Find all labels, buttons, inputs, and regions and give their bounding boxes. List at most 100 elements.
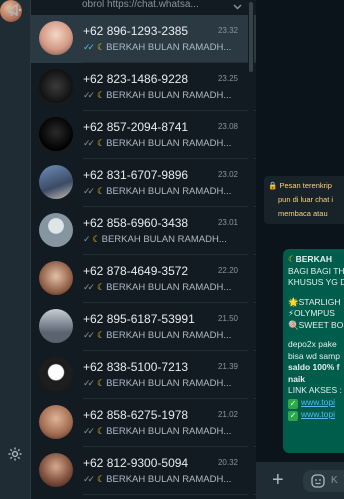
chat-time: 23.02 (217, 170, 238, 179)
check-box-icon: ✓ (288, 398, 298, 409)
chat-time: 23.32 (217, 26, 238, 35)
moon-icon: ☾ (92, 234, 101, 244)
encryption-notice[interactable]: 🔒 Pesan terenkrip pun di luar chat i mem… (264, 176, 344, 224)
avatar (39, 261, 73, 295)
moon-icon: ☾ (97, 426, 106, 436)
avatar (39, 165, 73, 199)
check-box-icon: ✓ (288, 410, 298, 421)
chat-name: +62 858-6960-3438 (83, 216, 189, 230)
chat-preview: ✓✓ ☾ BERKAH BULAN RAMADH... (83, 426, 241, 437)
chat-name: +62 878-4649-3572 (83, 264, 189, 278)
chat-preview: ✓✓ ☾ BERKAH BULAN RAMADH... (83, 186, 241, 197)
chat-name: +62 895-6187-53991 (83, 312, 195, 326)
chat-time: 23.01 (217, 218, 238, 227)
avatar (39, 69, 73, 103)
message-line: naik (288, 373, 306, 384)
chat-time: 20.32 (217, 458, 238, 467)
chat-row[interactable]: +62 858-6275-1978 21.02 ✓✓ ☾ BERKAH BULAN RA… (31, 399, 256, 447)
attach-plus-icon[interactable]: + (272, 470, 284, 490)
chat-row[interactable]: +62 823-1486-9228 23.25 ✓✓ ☾ BERKAH BULAN RA… (31, 63, 256, 111)
moon-icon: ☾ (97, 282, 106, 292)
message-link[interactable]: www.topi (301, 397, 335, 407)
chat-preview: ✓✓ ☾ BERKAH BULAN RAMADH... (83, 90, 241, 101)
chat-time: 22.20 (217, 266, 238, 275)
delivery-ticks-icon: ✓✓ (83, 426, 95, 436)
chat-preview: ✓✓ ☾ BERKAH BULAN RAMADH... (83, 42, 241, 53)
chat-preview-text: BERKAH BULAN RAMADH... (106, 378, 232, 389)
notice-text: membaca atau (278, 209, 328, 218)
delivery-ticks-icon: ✓✓ (83, 474, 95, 484)
delivery-ticks-icon: ✓ (83, 234, 90, 244)
chat-row[interactable]: +62 831-6707-9896 23.02 ✓✓ ☾ BERKAH BULAN RA… (31, 159, 256, 207)
chat-time: 23.08 (217, 122, 238, 131)
chat-preview: ✓✓ ☾ BERKAH BULAN RAMADH... (83, 378, 241, 389)
chat-name: +62 896-1293-2385 (83, 24, 189, 38)
moon-icon: ☾ (288, 254, 296, 264)
message-line: OLYMPUS (293, 308, 335, 318)
delivery-ticks-icon: ✓✓ (83, 330, 95, 340)
chat-row[interactable]: +62 858-6960-3438 23.01 ✓ ☾ BERKAH BULAN RAM… (31, 207, 256, 255)
chat-row[interactable]: +62 878-4649-3572 22.20 ✓✓ ☾ BERKAH BULAN RA… (31, 255, 256, 303)
conversation-panel: 🔒 Pesan terenkrip pun di luar chat i mem… (256, 0, 344, 499)
chat-name: +62 823-1486-9228 (83, 72, 189, 86)
avatar (39, 117, 73, 151)
delivery-ticks-icon: ✓✓ (83, 138, 95, 148)
chat-row[interactable]: +62 812-9300-5094 20.32 ✓✓ ☾ BERKAH BULAN RA… (31, 447, 256, 495)
chat-name: +62 812-9300-5094 (83, 456, 189, 470)
chat-row[interactable]: +62 857-2094-8741 23.08 ✓✓ ☾ BERKAH BULAN RA… (31, 111, 256, 159)
avatar (39, 357, 73, 391)
chat-name: +62 857-2094-8741 (83, 120, 189, 134)
chat-time: 23.25 (217, 74, 238, 83)
message-line: saldo 100% f (288, 362, 340, 372)
chat-row-partial[interactable]: obrol https://chat.whatsa... (31, 0, 256, 10)
chat-time: 21.50 (217, 314, 238, 323)
moon-icon: ☾ (97, 186, 106, 196)
scrollbar-thumb[interactable] (249, 2, 253, 72)
chat-preview-text: BERKAH BULAN RAMADH... (106, 330, 232, 341)
settings-gear-icon[interactable] (3, 442, 27, 466)
chat-preview: ✓✓ ☾ BERKAH BULAN RAMADH... (83, 282, 241, 293)
avatar (39, 213, 73, 247)
avatar (39, 405, 73, 439)
message-line: depo2x pake (288, 339, 337, 349)
chat-preview-text: BERKAH BULAN RAMADH... (101, 234, 227, 245)
message-line: LINK AKSES : (288, 385, 342, 395)
delivery-ticks-icon: ✓✓ (83, 186, 95, 196)
message-bubble[interactable]: ☾BERKAH BAGI BAGI TH KHUSUS YG D 🌟STARLI… (283, 249, 344, 453)
chat-row[interactable]: +62 838-5100-7213 21.39 ✓✓ ☾ BERKAH BULAN RA… (31, 351, 256, 399)
chat-preview: ✓✓ ☾ BERKAH BULAN RAMADH... (83, 474, 241, 485)
chat-time: 21.39 (217, 362, 238, 371)
message-line: SWEET BO (298, 319, 344, 330)
chevron-down-icon[interactable] (233, 0, 242, 15)
chat-preview: ✓ ☾ BERKAH BULAN RAMADH... (83, 234, 241, 245)
delivery-ticks-icon: ✓✓ (83, 42, 95, 52)
chat-name: +62 831-6707-9896 (83, 168, 189, 182)
chat-preview: ✓✓ ☾ BERKAH BULAN RAMADH... (83, 330, 241, 341)
message-link[interactable]: www.topi (301, 409, 335, 419)
chat-row[interactable]: +62 895-6187-53991 21.50 ✓✓ ☾ BERKAH BULAN R… (31, 303, 256, 351)
avatar (39, 21, 73, 55)
moon-icon: ☾ (97, 378, 106, 388)
chat-preview-text: BERKAH BULAN RAMADH... (106, 474, 232, 485)
chat-preview-text: BERKAH BULAN RAMADH... (106, 186, 232, 197)
moon-icon: ☾ (97, 42, 106, 52)
megaphone-icon[interactable] (3, 0, 27, 22)
chat-preview-text: BERKAH BULAN RAMADH... (106, 282, 232, 293)
chat-row[interactable]: +62 896-1293-2385 23.32 ✓✓ ☾ BERKAH BULAN RA… (31, 15, 256, 63)
avatar (39, 309, 73, 343)
message-line: bisa wd samp (288, 350, 340, 361)
chat-time: 21.02 (217, 410, 238, 419)
message-line: STARLIGH (298, 296, 341, 307)
row-divider (83, 494, 256, 495)
message-input[interactable]: K (303, 470, 344, 492)
candy-icon: 🍭 (288, 319, 299, 330)
chat-preview: obrol https://chat.whatsa... (82, 0, 199, 10)
input-placeholder: K (331, 475, 338, 486)
icon-rail (0, 0, 31, 499)
sticker-icon[interactable] (311, 474, 325, 493)
message-line: KHUSUS YG D (288, 277, 344, 287)
chat-list-scrollbar[interactable] (248, 0, 254, 499)
chat-preview: ✓✓ ☾ BERKAH BULAN RAMADH... (83, 138, 241, 149)
message-line: BERKAH (295, 254, 332, 264)
chat-preview-text: BERKAH BULAN RAMADH... (106, 138, 232, 149)
